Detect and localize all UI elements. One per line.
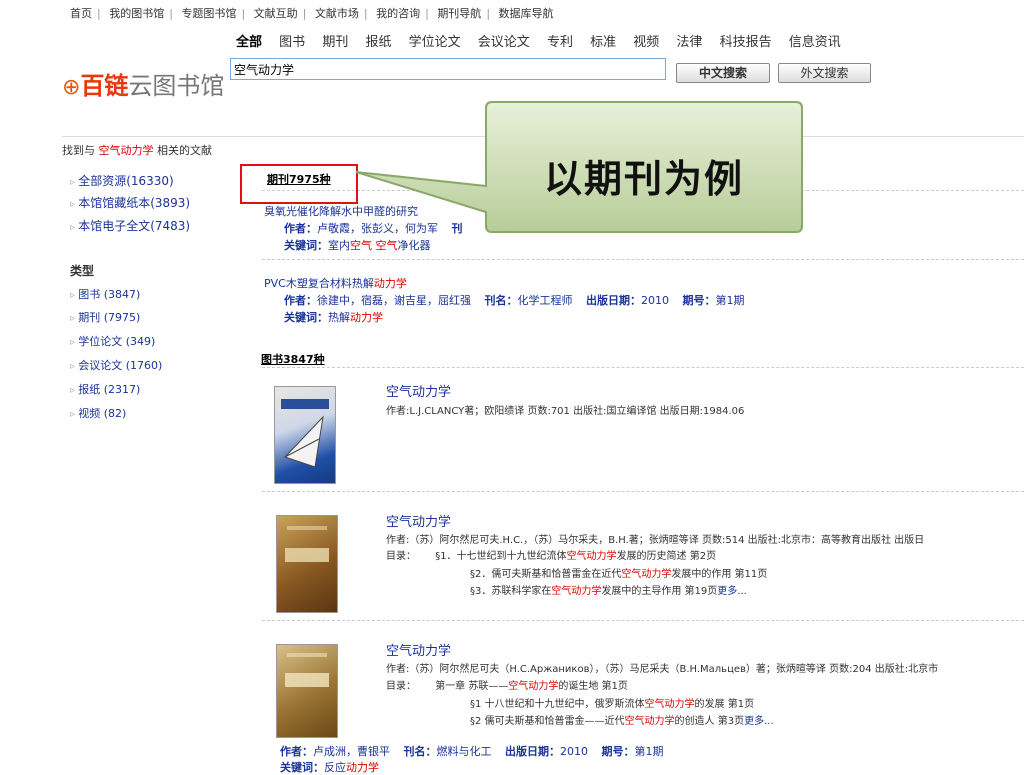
callout-text: 以期刊为例 xyxy=(543,157,744,201)
callout-annotation xyxy=(355,101,803,233)
